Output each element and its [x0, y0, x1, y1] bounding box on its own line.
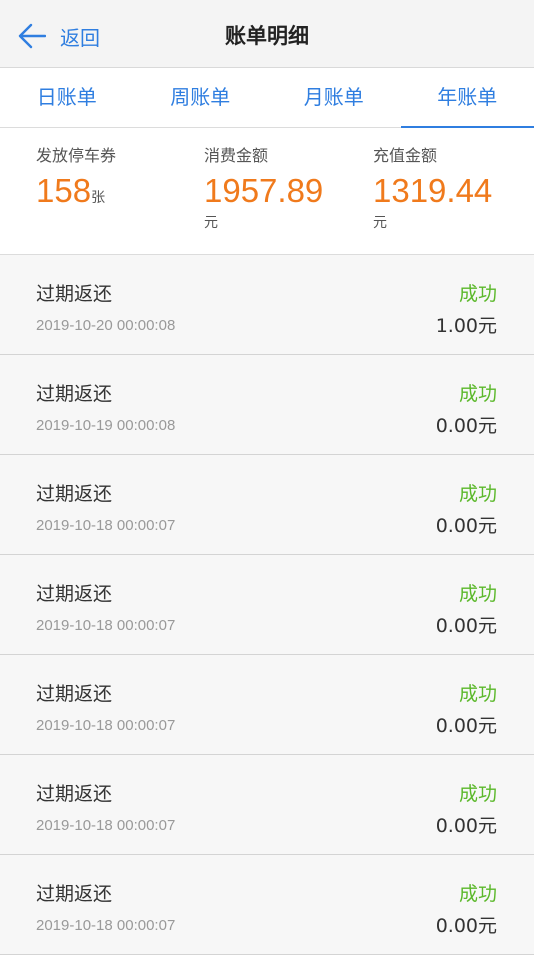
nav-bar: 返回 账单明细	[0, 0, 534, 68]
record-time: 2019-10-19 00:00:08	[36, 417, 175, 434]
record-amount: 0.00元	[436, 611, 497, 638]
record-title: 过期返还	[36, 779, 112, 806]
record-status: 成功	[459, 779, 497, 806]
record-title: 过期返还	[36, 679, 112, 706]
recharge-stat: 充值金额 1319.44 元	[373, 142, 492, 232]
record-status: 成功	[459, 279, 497, 306]
spend-stat: 消费金额 1957.89 元	[204, 142, 323, 232]
record-time: 2019-10-18 00:00:07	[36, 817, 175, 834]
page-title: 账单明细	[0, 20, 534, 50]
tab-weekly[interactable]: 周账单	[134, 68, 268, 127]
record-status: 成功	[459, 879, 497, 906]
recharge-unit: 元	[373, 212, 492, 232]
record-title: 过期返还	[36, 479, 112, 506]
record-amount: 0.00元	[436, 411, 497, 438]
list-item[interactable]: 过期返还 2019-10-18 00:00:07 成功 0.00元	[0, 655, 534, 755]
bill-record-list: 过期返还 2019-10-20 00:00:08 成功 1.00元 过期返还 2…	[0, 255, 534, 955]
list-item[interactable]: 过期返还 2019-10-18 00:00:07 成功 0.00元	[0, 755, 534, 855]
record-status: 成功	[459, 679, 497, 706]
record-time: 2019-10-18 00:00:07	[36, 517, 175, 534]
coupons-stat: 发放停车券 158张	[36, 142, 116, 210]
record-amount: 0.00元	[436, 511, 497, 538]
tab-monthly[interactable]: 月账单	[267, 68, 401, 127]
coupons-label: 发放停车券	[36, 142, 116, 166]
record-status: 成功	[459, 579, 497, 606]
recharge-label: 充值金额	[373, 142, 492, 166]
record-amount: 0.00元	[436, 911, 497, 938]
record-amount: 1.00元	[436, 311, 497, 338]
spend-unit: 元	[204, 212, 323, 232]
bill-summary: 发放停车券 158张 消费金额 1957.89 元 充值金额 1319.44 元	[0, 128, 534, 255]
bill-period-tabs: 日账单 周账单 月账单 年账单	[0, 68, 534, 128]
spend-label: 消费金额	[204, 142, 323, 166]
list-item[interactable]: 过期返还 2019-10-18 00:00:07 成功 0.00元	[0, 455, 534, 555]
coupons-value: 158	[36, 172, 91, 209]
record-amount: 0.00元	[436, 711, 497, 738]
list-item[interactable]: 过期返还 2019-10-20 00:00:08 成功 1.00元	[0, 255, 534, 355]
record-status: 成功	[459, 479, 497, 506]
record-time: 2019-10-18 00:00:07	[36, 617, 175, 634]
tab-yearly[interactable]: 年账单	[401, 68, 534, 127]
list-item[interactable]: 过期返还 2019-10-19 00:00:08 成功 0.00元	[0, 355, 534, 455]
record-time: 2019-10-18 00:00:07	[36, 717, 175, 734]
recharge-value: 1319.44	[373, 172, 492, 209]
list-item[interactable]: 过期返还 2019-10-18 00:00:07 成功 0.00元	[0, 555, 534, 655]
record-amount: 0.00元	[436, 811, 497, 838]
record-time: 2019-10-18 00:00:07	[36, 917, 175, 934]
tab-daily[interactable]: 日账单	[0, 68, 134, 127]
record-title: 过期返还	[36, 279, 112, 306]
record-time: 2019-10-20 00:00:08	[36, 317, 175, 334]
list-item[interactable]: 过期返还 2019-10-18 00:00:07 成功 0.00元	[0, 855, 534, 955]
spend-value: 1957.89	[204, 172, 323, 209]
record-status: 成功	[459, 379, 497, 406]
record-title: 过期返还	[36, 579, 112, 606]
record-title: 过期返还	[36, 379, 112, 406]
coupons-unit: 张	[91, 190, 105, 206]
record-title: 过期返还	[36, 879, 112, 906]
